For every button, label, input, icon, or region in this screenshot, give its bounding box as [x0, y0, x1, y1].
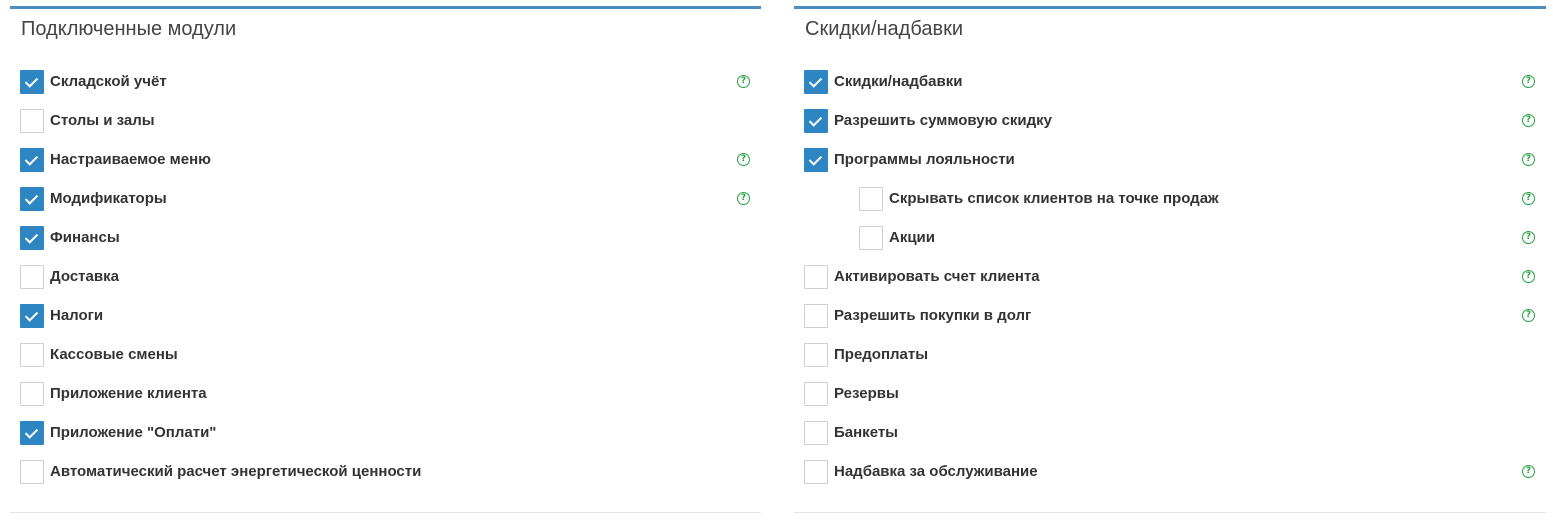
- setting-label[interactable]: Предоплаты: [834, 346, 928, 364]
- setting-label[interactable]: Банкеты: [834, 424, 898, 442]
- setting-row: Резервы: [794, 382, 1546, 421]
- checkbox-checked[interactable]: [20, 226, 44, 250]
- setting-label[interactable]: Акции: [889, 229, 935, 247]
- checkbox-unchecked[interactable]: [804, 460, 828, 484]
- setting-label[interactable]: Доставка: [50, 268, 119, 286]
- question-circle-icon[interactable]: ?: [1522, 192, 1535, 205]
- checkbox-checked[interactable]: [804, 109, 828, 133]
- question-circle-icon[interactable]: ?: [1522, 465, 1535, 478]
- modules-list: Складской учёт? Столы и залы Настраиваемое…: [10, 70, 761, 499]
- setting-row: Надбавка за обслуживание?: [794, 460, 1546, 499]
- setting-label[interactable]: Надбавка за обслуживание: [834, 463, 1038, 481]
- setting-label[interactable]: Столы и залы: [50, 112, 155, 130]
- setting-row: Столы и залы: [10, 109, 761, 148]
- checkbox-unchecked[interactable]: [804, 304, 828, 328]
- checkbox-unchecked[interactable]: [20, 460, 44, 484]
- setting-label[interactable]: Налоги: [50, 307, 103, 325]
- setting-row: Финансы: [10, 226, 761, 265]
- checkbox-unchecked[interactable]: [859, 187, 883, 211]
- setting-row: Скидки/надбавки?: [794, 70, 1546, 109]
- panel-title: Скидки/надбавки: [805, 18, 964, 40]
- checkbox-unchecked[interactable]: [20, 109, 44, 133]
- setting-label[interactable]: Финансы: [50, 229, 120, 247]
- setting-row: Программы лояльности?: [794, 148, 1546, 187]
- question-circle-icon[interactable]: ?: [737, 192, 750, 205]
- question-circle-icon[interactable]: ?: [1522, 309, 1535, 322]
- checkbox-unchecked[interactable]: [20, 343, 44, 367]
- setting-row: Приложение "Оплати": [10, 421, 761, 460]
- setting-row: Автоматический расчет энергетической цен…: [10, 460, 761, 499]
- setting-row: Налоги: [10, 304, 761, 343]
- setting-row: Кассовые смены: [10, 343, 761, 382]
- checkbox-checked[interactable]: [20, 421, 44, 445]
- checkbox-checked[interactable]: [20, 187, 44, 211]
- checkbox-checked[interactable]: [20, 148, 44, 172]
- checkbox-unchecked[interactable]: [20, 382, 44, 406]
- question-circle-icon[interactable]: ?: [1522, 231, 1535, 244]
- setting-label[interactable]: Автоматический расчет энергетической цен…: [50, 463, 421, 481]
- setting-label[interactable]: Кассовые смены: [50, 346, 178, 364]
- checkbox-unchecked[interactable]: [804, 382, 828, 406]
- checkbox-unchecked[interactable]: [859, 226, 883, 250]
- setting-label[interactable]: Скрывать список клиентов на точке продаж: [889, 190, 1219, 208]
- checkbox-unchecked[interactable]: [804, 421, 828, 445]
- checkbox-checked[interactable]: [20, 304, 44, 328]
- setting-row: Складской учёт?: [10, 70, 761, 109]
- setting-row: Приложение клиента: [10, 382, 761, 421]
- question-circle-icon[interactable]: ?: [1522, 153, 1535, 166]
- discounts-panel: Скидки/надбавки Скидки/надбавки? Разрешит…: [794, 6, 1546, 513]
- setting-label[interactable]: Резервы: [834, 385, 899, 403]
- setting-label[interactable]: Разрешить покупки в долг: [834, 307, 1031, 325]
- setting-row: Разрешить суммовую скидку?: [794, 109, 1546, 148]
- setting-row: Разрешить покупки в долг?: [794, 304, 1546, 343]
- connected-modules-panel: Подключенные модули Складской учёт? Столы…: [10, 6, 761, 513]
- setting-label[interactable]: Модификаторы: [50, 190, 167, 208]
- setting-row: Доставка: [10, 265, 761, 304]
- discounts-list: Скидки/надбавки? Разрешить суммовую скидк…: [794, 70, 1546, 499]
- checkbox-unchecked[interactable]: [804, 343, 828, 367]
- question-circle-icon[interactable]: ?: [1522, 270, 1535, 283]
- checkbox-unchecked[interactable]: [20, 265, 44, 289]
- panel-title: Подключенные модули: [21, 18, 237, 40]
- setting-label[interactable]: Складской учёт: [50, 73, 167, 91]
- setting-row: Предоплаты: [794, 343, 1546, 382]
- question-circle-icon[interactable]: ?: [1522, 114, 1535, 127]
- checkbox-checked[interactable]: [804, 70, 828, 94]
- setting-label[interactable]: Активировать счет клиента: [834, 268, 1040, 286]
- setting-label[interactable]: Приложение "Оплати": [50, 424, 216, 442]
- setting-label[interactable]: Настраиваемое меню: [50, 151, 211, 169]
- setting-row: Модификаторы?: [10, 187, 761, 226]
- setting-row: Настраиваемое меню?: [10, 148, 761, 187]
- question-circle-icon[interactable]: ?: [737, 75, 750, 88]
- setting-row: Активировать счет клиента?: [794, 265, 1546, 304]
- checkbox-unchecked[interactable]: [804, 265, 828, 289]
- setting-label[interactable]: Разрешить суммовую скидку: [834, 112, 1052, 130]
- setting-row: Банкеты: [794, 421, 1546, 460]
- setting-row: Скрывать список клиентов на точке продаж…: [794, 187, 1546, 226]
- setting-label[interactable]: Приложение клиента: [50, 385, 207, 403]
- setting-label[interactable]: Программы лояльности: [834, 151, 1015, 169]
- question-circle-icon[interactable]: ?: [1522, 75, 1535, 88]
- question-circle-icon[interactable]: ?: [737, 153, 750, 166]
- checkbox-checked[interactable]: [804, 148, 828, 172]
- checkbox-checked[interactable]: [20, 70, 44, 94]
- setting-row: Акции?: [794, 226, 1546, 265]
- setting-label[interactable]: Скидки/надбавки: [834, 73, 962, 91]
